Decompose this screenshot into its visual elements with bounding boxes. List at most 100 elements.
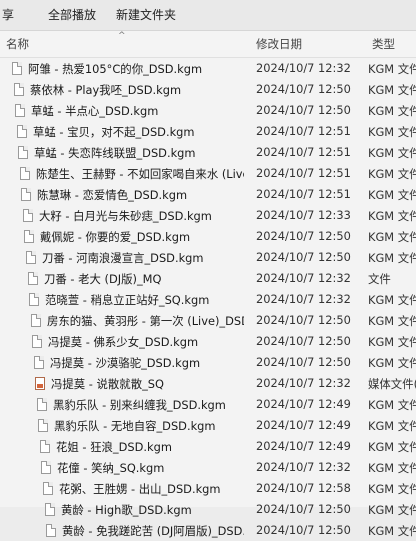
file-row[interactable]: 花姐 - 狂浪_DSD.kgm 2024/10/7 12:49 KGM 文件 xyxy=(0,436,416,457)
file-type: KGM 文件 xyxy=(368,146,416,160)
file-date: 2024/10/7 12:50 xyxy=(256,82,351,96)
document-icon xyxy=(23,209,33,222)
column-header: ^ 名称 修改日期 类型 xyxy=(0,31,416,58)
file-name: 刀番 - 河南浪漫宣言_DSD.kgm xyxy=(42,251,204,265)
document-icon xyxy=(29,293,39,306)
file-row[interactable]: 刀番 - 老大 (DJ版)_MQ 2024/10/7 12:32 文件 xyxy=(0,268,416,289)
file-date: 2024/10/7 12:33 xyxy=(256,208,351,222)
document-icon xyxy=(28,272,38,285)
file-row[interactable]: 草蜢 - 半点心_DSD.kgm 2024/10/7 12:50 KGM 文件 xyxy=(0,100,416,121)
document-icon xyxy=(17,125,27,138)
document-icon xyxy=(37,398,47,411)
file-type: KGM 文件 xyxy=(368,83,416,97)
file-date: 2024/10/7 12:50 xyxy=(256,103,351,117)
file-row[interactable]: 陈慧琳 - 恋爱情色_DSD.kgm 2024/10/7 12:51 KGM 文件 xyxy=(0,184,416,205)
file-row[interactable]: 冯提莫 - 佛系少女_DSD.kgm 2024/10/7 12:50 KGM 文件 xyxy=(0,331,416,352)
sort-caret-icon: ^ xyxy=(118,31,126,41)
file-type: KGM 文件 xyxy=(368,230,416,244)
file-date: 2024/10/7 12:32 xyxy=(256,292,351,306)
file-date: 2024/10/7 12:50 xyxy=(256,502,351,516)
document-icon xyxy=(24,230,34,243)
file-row[interactable]: 冯提莫 - 沙漠骆驼_DSD.kgm 2024/10/7 12:50 KGM 文件 xyxy=(0,352,416,373)
file-row[interactable]: 花粥、王胜娚 - 出山_DSD.kgm 2024/10/7 12:58 KGM 文件 xyxy=(0,478,416,499)
file-type: KGM 文件 xyxy=(368,482,416,496)
file-row[interactable]: 黑豹乐队 - 无地自容_DSD.kgm 2024/10/7 12:49 KGM 文件 xyxy=(0,415,416,436)
file-type: KGM 文件 xyxy=(368,125,416,139)
column-header-date[interactable]: 修改日期 xyxy=(256,36,302,52)
file-row[interactable]: 黄龄 - 免我蹉跎苦 (DJ阿眉版)_DSD.kgm 2024/10/7 12:5… xyxy=(0,520,416,541)
file-name: 房东的猫、黄羽彤 - 第一次 (Live)_DSD.... xyxy=(47,314,244,328)
file-row[interactable]: 冯提莫 - 说散就散_SQ 2024/10/7 12:32 媒体文件(.f xyxy=(0,373,416,394)
file-row[interactable]: 草蜢 - 失恋阵线联盟_DSD.kgm 2024/10/7 12:51 KGM 文件 xyxy=(0,142,416,163)
file-row[interactable]: 黑豹乐队 - 别来纠缠我_DSD.kgm 2024/10/7 12:49 KGM 文… xyxy=(0,394,416,415)
file-type: KGM 文件 xyxy=(368,356,416,370)
file-type: KGM 文件 xyxy=(368,503,416,517)
file-type: 文件 xyxy=(368,272,391,286)
file-date: 2024/10/7 12:50 xyxy=(256,355,351,369)
file-name: 范晓萱 - 稍息立正站好_SQ.kgm xyxy=(45,293,210,307)
new-folder-button[interactable]: 新建文件夹 xyxy=(106,0,186,30)
file-name: 花姐 - 狂浪_DSD.kgm xyxy=(56,440,172,454)
document-icon xyxy=(45,503,55,516)
column-header-type[interactable]: 类型 xyxy=(372,36,395,52)
document-icon xyxy=(26,251,36,264)
document-icon xyxy=(34,356,44,369)
file-row[interactable]: 草蜢 - 宝贝，对不起_DSD.kgm 2024/10/7 12:51 KGM 文件 xyxy=(0,121,416,142)
file-row[interactable]: 陈楚生、王赫野 - 不如回家喝自来水 (Live) 2024/10/7 12:51… xyxy=(0,163,416,184)
column-header-name[interactable]: 名称 xyxy=(6,36,29,52)
document-icon xyxy=(14,83,24,96)
file-type: KGM 文件 xyxy=(368,440,416,454)
document-icon xyxy=(12,62,22,75)
file-name: 冯提莫 - 沙漠骆驼_DSD.kgm xyxy=(50,356,201,370)
document-icon xyxy=(20,167,30,180)
file-list: 阿雏 - 热爱105°C的你_DSD.kgm 2024/10/7 12:32 KGM… xyxy=(0,58,416,541)
document-icon xyxy=(41,461,51,474)
file-name: 蔡依林 - Play我呸_DSD.kgm xyxy=(30,83,182,97)
file-name: 花粥、王胜娚 - 出山_DSD.kgm xyxy=(59,482,221,496)
file-date: 2024/10/7 12:50 xyxy=(256,334,351,348)
file-name: 戴佩妮 - 你要的爱_DSD.kgm xyxy=(40,230,191,244)
document-icon xyxy=(40,440,50,453)
file-row[interactable]: 范晓萱 - 稍息立正站好_SQ.kgm 2024/10/7 12:32 KGM 文件 xyxy=(0,289,416,310)
file-row[interactable]: 房东的猫、黄羽彤 - 第一次 (Live)_DSD.... 2024/10/7 1… xyxy=(0,310,416,331)
file-row[interactable]: 阿雏 - 热爱105°C的你_DSD.kgm 2024/10/7 12:32 KGM… xyxy=(0,58,416,79)
file-date: 2024/10/7 12:50 xyxy=(256,250,351,264)
document-icon xyxy=(31,314,41,327)
file-row[interactable]: 黄龄 - High歌_DSD.kgm 2024/10/7 12:50 KGM 文件 xyxy=(0,499,416,520)
document-icon xyxy=(15,104,25,117)
file-name: 陈慧琳 - 恋爱情色_DSD.kgm xyxy=(37,188,188,202)
file-name: 草蜢 - 宝贝，对不起_DSD.kgm xyxy=(33,125,195,139)
share-button[interactable]: 享 xyxy=(0,0,24,30)
document-icon xyxy=(32,335,42,348)
file-type: KGM 文件 xyxy=(368,188,416,202)
file-date: 2024/10/7 12:32 xyxy=(256,460,351,474)
file-type: KGM 文件 xyxy=(368,398,416,412)
file-row[interactable]: 刀番 - 河南浪漫宣言_DSD.kgm 2024/10/7 12:50 KGM 文件 xyxy=(0,247,416,268)
file-name: 阿雏 - 热爱105°C的你_DSD.kgm xyxy=(28,62,203,76)
file-type: KGM 文件 xyxy=(368,314,416,328)
file-row[interactable]: 大籽 - 白月光与朱砂痣_DSD.kgm 2024/10/7 12:33 KGM 文… xyxy=(0,205,416,226)
file-name: 黄龄 - 免我蹉跎苦 (DJ阿眉版)_DSD.kgm xyxy=(62,524,244,538)
file-date: 2024/10/7 12:58 xyxy=(256,481,351,495)
file-row[interactable]: 戴佩妮 - 你要的爱_DSD.kgm 2024/10/7 12:50 KGM 文件 xyxy=(0,226,416,247)
media-file-icon xyxy=(35,377,45,390)
file-date: 2024/10/7 12:51 xyxy=(256,145,351,159)
play-all-button[interactable]: 全部播放 xyxy=(38,0,106,30)
document-icon xyxy=(21,188,31,201)
file-name: 黑豹乐队 - 无地自容_DSD.kgm xyxy=(54,419,216,433)
file-date: 2024/10/7 12:49 xyxy=(256,418,351,432)
file-row[interactable]: 花僮 - 笑纳_SQ.kgm 2024/10/7 12:32 KGM 文件 xyxy=(0,457,416,478)
toolbar: 享 全部播放 新建文件夹 xyxy=(0,0,416,31)
file-type: KGM 文件 xyxy=(368,293,416,307)
file-type: KGM 文件 xyxy=(368,461,416,475)
file-type: KGM 文件 xyxy=(368,209,416,223)
file-type: KGM 文件 xyxy=(368,167,416,181)
file-date: 2024/10/7 12:50 xyxy=(256,523,351,537)
file-date: 2024/10/7 12:49 xyxy=(256,439,351,453)
file-name: 草蜢 - 失恋阵线联盟_DSD.kgm xyxy=(34,146,196,160)
document-icon xyxy=(43,482,53,495)
file-name: 草蜢 - 半点心_DSD.kgm xyxy=(31,104,159,118)
file-row[interactable]: 蔡依林 - Play我呸_DSD.kgm 2024/10/7 12:50 KGM 文… xyxy=(0,79,416,100)
file-type: KGM 文件 xyxy=(368,104,416,118)
file-type: KGM 文件 xyxy=(368,62,416,76)
